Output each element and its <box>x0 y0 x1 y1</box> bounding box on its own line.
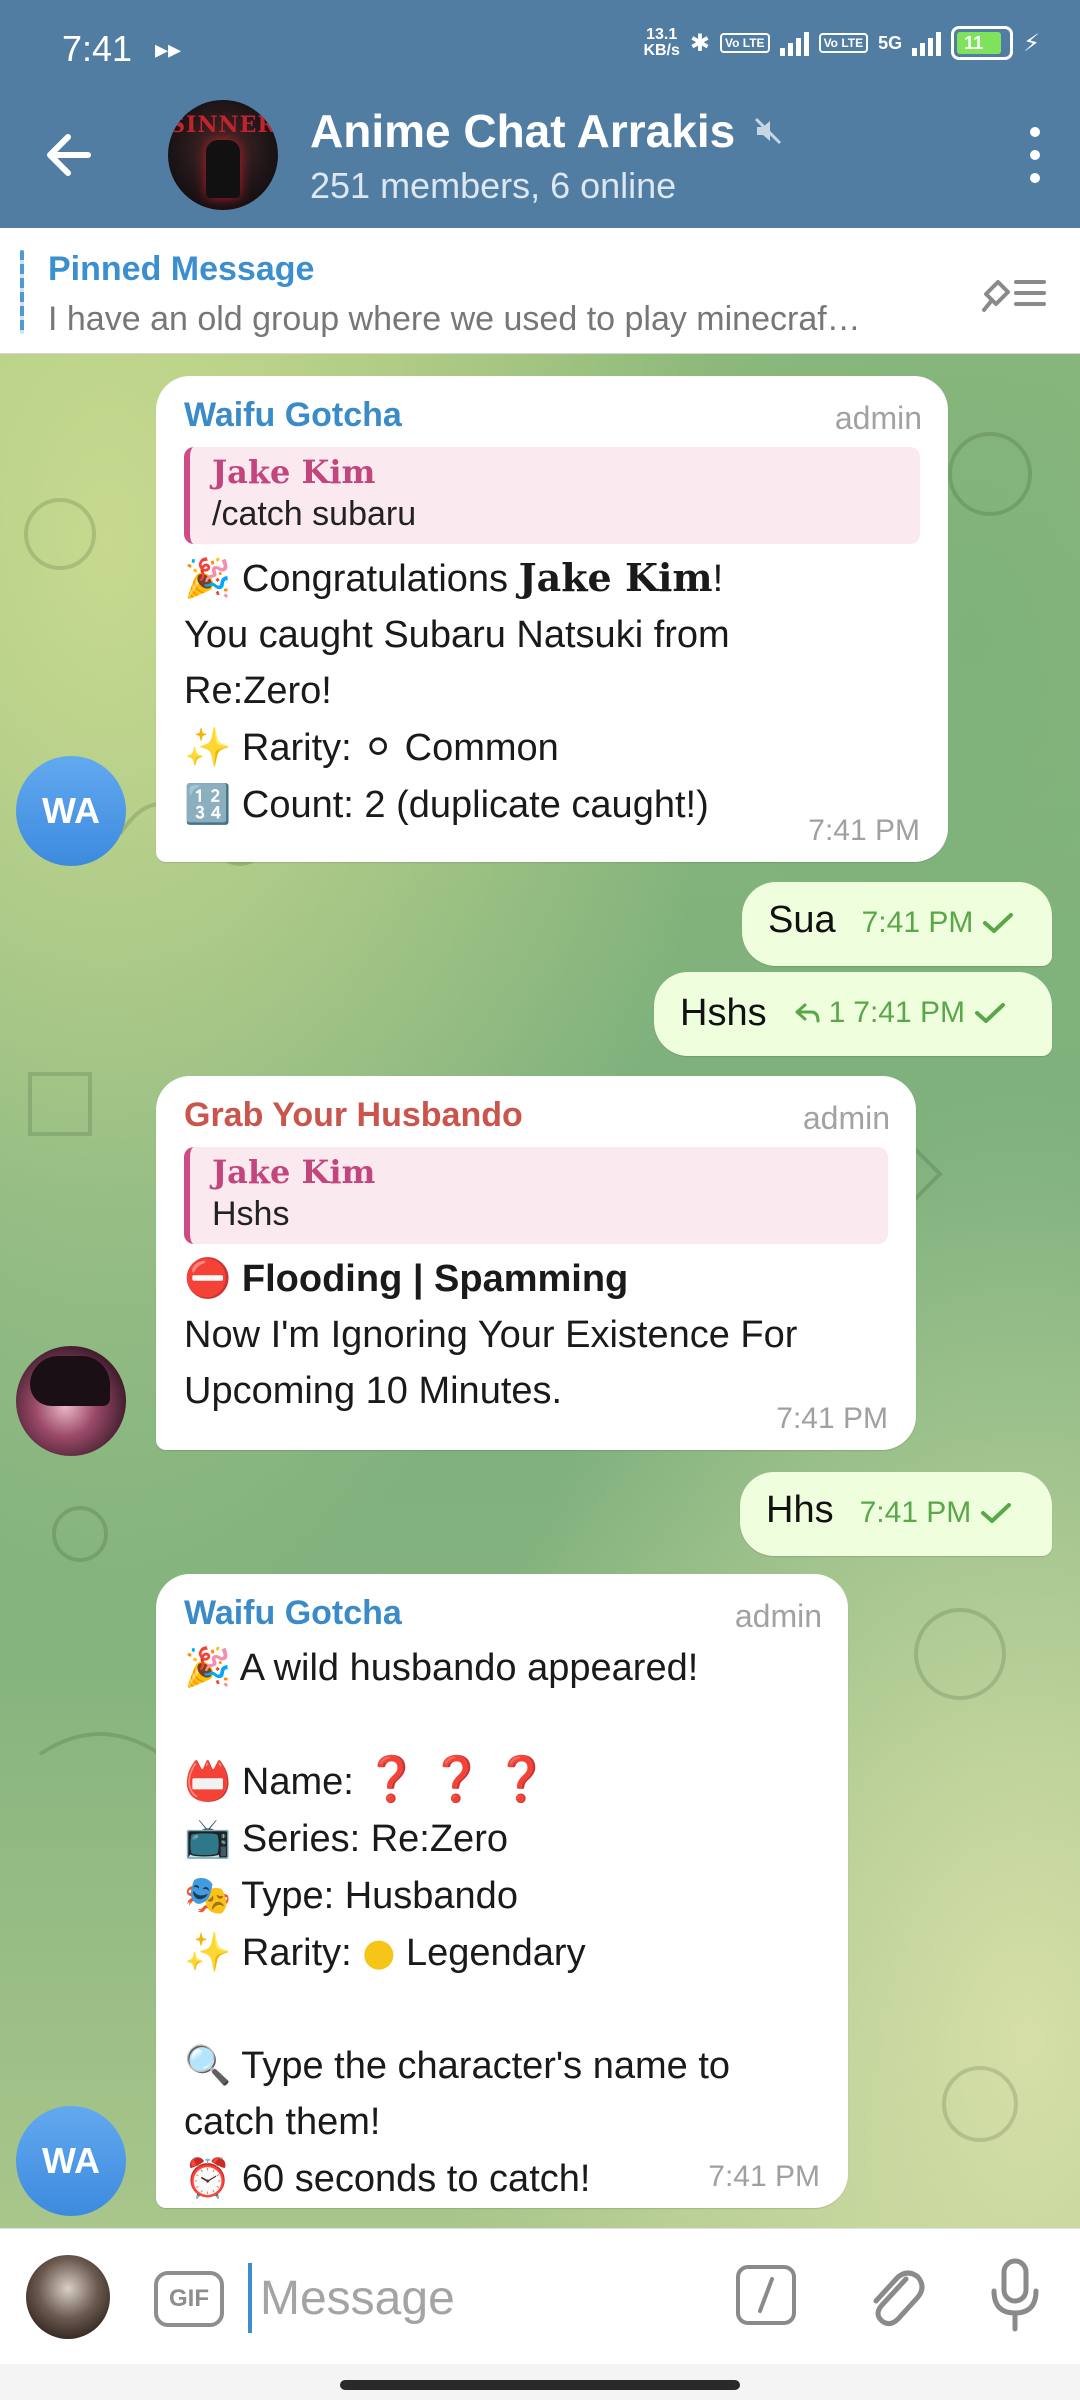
chat-subtitle: 251 members, 6 online <box>310 165 677 206</box>
yellow-circle-icon: ● <box>362 1930 396 1974</box>
message-bubble-outgoing[interactable]: Hshs 1 7:41 PM <box>654 972 1052 1056</box>
bluetooth-icon: ✱ <box>689 29 710 57</box>
magnifier-icon: 🔍 <box>184 2043 232 2087</box>
message-time: 7:41 PM <box>776 1402 888 1435</box>
sender-avatar[interactable]: WA <box>16 756 126 866</box>
media-icon: ▸▸ <box>155 34 182 64</box>
admin-badge: admin <box>834 400 922 436</box>
party-popper-icon: 🎉 <box>184 1645 232 1689</box>
name-badge-icon: 📛 <box>184 1759 232 1803</box>
message-time: 7:41 PM <box>708 2160 820 2193</box>
paperclip-icon[interactable] <box>860 2259 926 2331</box>
status-bar: 7:41 ▸▸ 13.1 KB/s ✱ Vo LTE Vo LTE 5G 11 … <box>0 0 1080 100</box>
battery-icon: 11 <box>951 26 1014 60</box>
reply-text: Hshs <box>212 1195 290 1233</box>
command-icon[interactable] <box>736 2265 796 2325</box>
no-entry-icon: ⛔ <box>184 1256 232 1300</box>
message-text: Hhs <box>766 1489 834 1531</box>
send-as-avatar[interactable] <box>26 2255 110 2339</box>
status-icons: 13.1 KB/s ✱ Vo LTE Vo LTE 5G 11 ⚡ <box>643 26 1040 60</box>
message-bubble-outgoing[interactable]: Sua 7:41 PM <box>742 882 1052 966</box>
sender-avatar[interactable]: WA <box>16 2106 126 2216</box>
mute-icon <box>755 117 782 145</box>
sender-name[interactable]: Waifu Gotcha <box>184 1594 820 1633</box>
message-input[interactable] <box>248 2263 718 2333</box>
reply-arrow-icon <box>795 1003 820 1023</box>
message-text: Sua <box>768 899 836 941</box>
check-icon <box>983 913 1014 933</box>
reply-preview[interactable]: Jake Kim /catch subaru <box>184 447 920 544</box>
charging-icon: ⚡ <box>1023 29 1040 57</box>
sender-name[interactable]: Grab Your Husbando <box>184 1096 888 1135</box>
message-list[interactable]: Waifu Gotcha admin Jake Kim /catch subar… <box>0 354 1080 2228</box>
numbers-icon: 🔢 <box>184 782 232 826</box>
tv-icon: 📺 <box>184 1816 232 1860</box>
message-bubble-outgoing[interactable]: Hhs 7:41 PM <box>740 1472 1052 1556</box>
alarm-clock-icon: ⏰ <box>184 2156 232 2200</box>
reply-text: /catch subaru <box>212 495 417 533</box>
status-time: 7:41 <box>62 28 133 69</box>
admin-badge: admin <box>734 1598 822 1634</box>
mentioned-user[interactable]: Jake Kim <box>519 555 713 600</box>
message-text: 🎉 A wild husbando appeared! 📛 Name: ❓❓❓ … <box>184 1645 731 2200</box>
check-icon <box>981 1503 1012 1523</box>
message-text: ⛔ Flooding | Spamming Now I'm Ignoring Y… <box>184 1256 798 1412</box>
network-5g-label: 5G <box>878 32 903 53</box>
home-gesture-handle[interactable] <box>340 2380 740 2390</box>
gif-button[interactable]: GIF <box>154 2271 224 2327</box>
volte-badge: Vo LTE <box>720 33 770 53</box>
sparkles-icon: ✨ <box>184 1930 232 1974</box>
microphone-icon[interactable] <box>988 2257 1042 2335</box>
message-time: 7:41 PM <box>859 1496 972 1529</box>
reply-sender: Jake Kim <box>212 1153 376 1191</box>
admin-badge: admin <box>802 1100 890 1136</box>
sender-avatar[interactable] <box>16 1346 126 1456</box>
white-circle-icon: ⚪ <box>362 725 395 769</box>
message-text: 🎉 Congratulations Jake Kim! You caught S… <box>184 555 730 826</box>
message-text: Hshs <box>680 992 767 1034</box>
signal-icon-2 <box>912 30 942 56</box>
back-arrow-icon[interactable] <box>40 125 100 185</box>
theater-masks-icon: 🎭 <box>184 1873 232 1917</box>
chat-header: 7:41 ▸▸ 13.1 KB/s ✱ Vo LTE Vo LTE 5G 11 … <box>0 0 1080 228</box>
party-popper-icon: 🎉 <box>184 556 232 600</box>
pinned-message-bar[interactable]: Pinned Message I have an old group where… <box>0 228 1080 354</box>
check-icon <box>975 1003 1005 1023</box>
message-bubble-incoming[interactable]: Waifu Gotcha admin 🎉 A wild husbando app… <box>156 1574 848 2208</box>
system-nav-bar <box>0 2364 1080 2400</box>
pinned-title: Pinned Message <box>48 250 315 288</box>
message-bubble-incoming[interactable]: Grab Your Husbando admin Jake Kim Hshs ⛔… <box>156 1076 916 1450</box>
net-speed: 13.1 KB/s <box>643 26 680 59</box>
volte-badge-2: Vo LTE <box>818 33 869 53</box>
group-avatar[interactable]: SINNER <box>168 100 278 210</box>
reply-count[interactable]: 1 <box>829 996 846 1030</box>
message-time: 7:41 PM <box>808 814 920 847</box>
signal-icon <box>779 30 809 56</box>
sparkles-icon: ✨ <box>184 725 232 769</box>
reply-sender: Jake Kim <box>212 453 376 491</box>
pinned-indicator <box>20 250 24 334</box>
sender-name[interactable]: Waifu Gotcha <box>184 396 920 435</box>
chat-title[interactable]: Anime Chat Arrakis <box>310 104 783 158</box>
message-time: 7:41 PM <box>853 996 965 1029</box>
message-bubble-incoming[interactable]: Waifu Gotcha admin Jake Kim /catch subar… <box>156 376 948 862</box>
hidden-name: ❓❓❓ <box>364 1755 559 1804</box>
more-vertical-icon[interactable] <box>1020 120 1050 190</box>
composer-bar: GIF <box>0 2228 1080 2364</box>
reply-preview[interactable]: Jake Kim Hshs <box>184 1147 888 1244</box>
pinned-text: I have an old group where we used to pla… <box>48 300 861 338</box>
pinned-list-icon[interactable] <box>978 266 1048 316</box>
message-time: 7:41 PM <box>861 906 974 939</box>
